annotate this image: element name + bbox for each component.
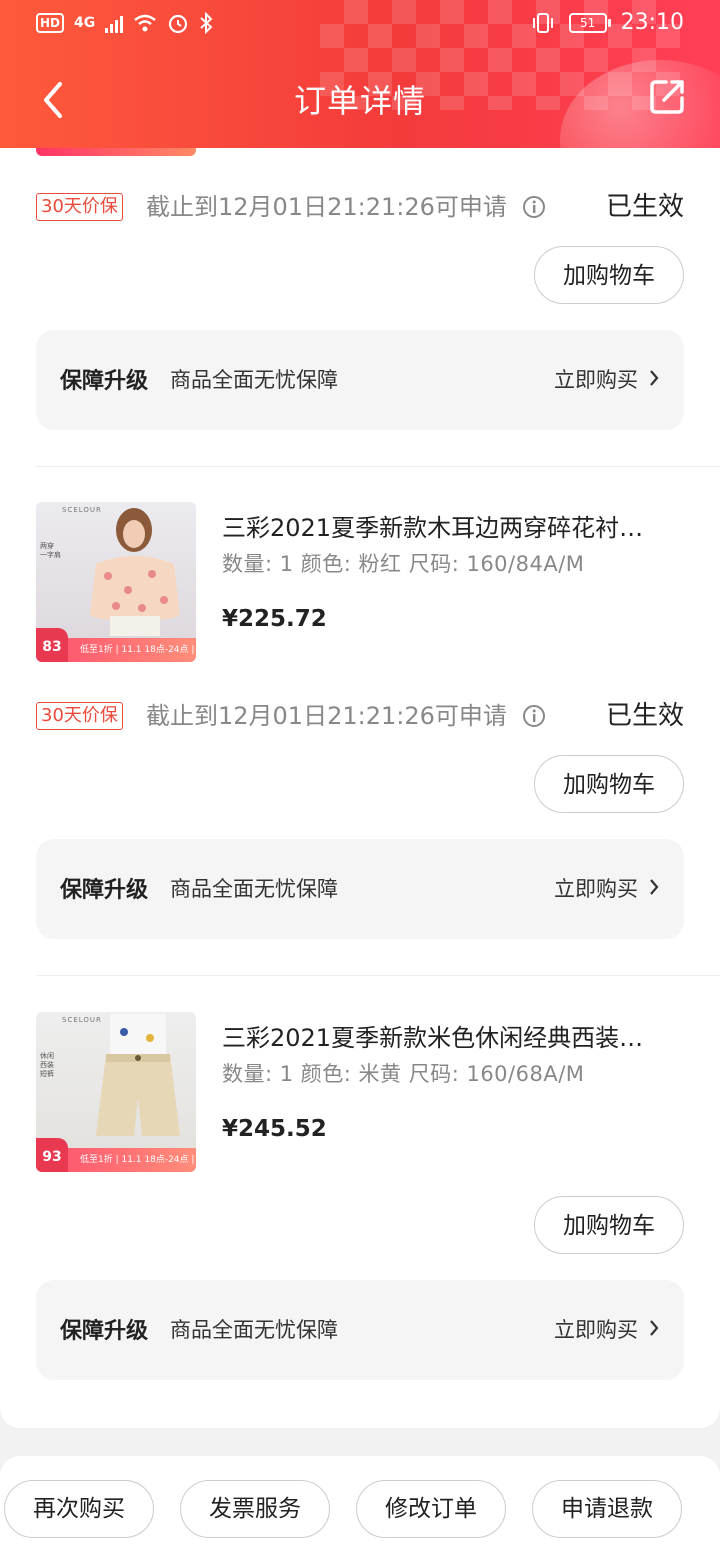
upgrade-title: 保障升级 xyxy=(60,369,149,394)
product-photo xyxy=(90,508,180,636)
add-to-cart-button[interactable]: 加购物车 xyxy=(534,1196,684,1254)
network-indicator: 4G xyxy=(74,15,96,31)
bluetooth-icon xyxy=(200,12,213,34)
guarantee-deadline: 截止到12月01日21:21:26可申请 xyxy=(146,193,507,221)
buy-now-link[interactable]: 立即购买 xyxy=(554,1314,638,1344)
previous-product-thumbnail-edge xyxy=(36,148,196,156)
product-row[interactable]: SCELOUR 两穿 一字肩 低至1折 | 11.1 18点-24点 | 专区1… xyxy=(36,502,684,664)
promo-score: 83 xyxy=(36,628,68,662)
bottom-action-bar: 再次购买 发票服务 修改订单 申请退款 xyxy=(0,1456,720,1560)
info-icon[interactable] xyxy=(522,195,546,219)
thumbnail-side-text: 两穿 一字肩 xyxy=(40,542,61,559)
order-card: 30天价保 截止到12月01日21:21:26可申请 已生效 加购物车 保障升级… xyxy=(0,148,720,1428)
add-to-cart-button[interactable]: 加购物车 xyxy=(534,246,684,304)
price-guarantee-row: 30天价保 截止到12月01日21:21:26可申请 已生效 xyxy=(36,190,684,230)
upgrade-description: 商品全面无忧保障 xyxy=(170,1318,338,1342)
brand-logo-text: SCELOUR xyxy=(62,506,102,514)
product-photo xyxy=(96,1014,180,1136)
info-icon[interactable] xyxy=(522,704,546,728)
promo-score: 93 xyxy=(36,1138,68,1172)
buy-now-link[interactable]: 立即购买 xyxy=(554,364,638,394)
chevron-right-icon xyxy=(650,879,659,895)
price-guarantee-badge: 30天价保 xyxy=(36,702,123,730)
signal-icon xyxy=(105,13,124,33)
add-to-cart-button[interactable]: 加购物车 xyxy=(534,755,684,813)
item-divider xyxy=(36,975,720,976)
wifi-icon xyxy=(134,14,157,32)
product-price: ¥245.52 xyxy=(222,1116,327,1142)
product-row[interactable]: SCELOUR 休闲 西装 短裤 低至1折 | 11.1 18点-24点 | 专… xyxy=(36,1012,684,1174)
share-icon[interactable] xyxy=(648,76,688,116)
status-left: HD 4G xyxy=(36,12,213,34)
battery-indicator: 51 xyxy=(568,12,611,33)
nav-bar: 订单详情 xyxy=(0,60,720,140)
item-divider xyxy=(36,466,720,467)
product-thumbnail[interactable]: SCELOUR 两穿 一字肩 低至1折 | 11.1 18点-24点 | 专区1… xyxy=(36,502,196,662)
product-title[interactable]: 三彩2021夏季新款木耳边两穿碎花衬… xyxy=(222,508,684,543)
upgrade-description: 商品全面无忧保障 xyxy=(170,877,338,901)
price-guarantee-badge: 30天价保 xyxy=(36,193,123,221)
upgrade-description: 商品全面无忧保障 xyxy=(170,368,338,392)
product-spec: 数量: 1 颜色: 粉红 尺码: 160/84A/M xyxy=(222,552,585,576)
thumbnail-side-text: 休闲 西装 短裤 xyxy=(40,1052,54,1078)
upgrade-title: 保障升级 xyxy=(60,878,149,903)
chevron-right-icon xyxy=(650,1320,659,1336)
clock: 23:10 xyxy=(620,10,684,35)
status-right: 51 23:10 xyxy=(531,10,684,35)
brand-logo-text: SCELOUR xyxy=(62,1016,102,1024)
buy-again-button[interactable]: 再次购买 xyxy=(4,1480,154,1538)
protection-upgrade-panel[interactable]: 保障升级 商品全面无忧保障 立即购买 xyxy=(36,1280,684,1380)
page-title: 订单详情 xyxy=(293,82,426,120)
request-refund-button[interactable]: 申请退款 xyxy=(532,1480,682,1538)
product-thumbnail[interactable]: SCELOUR 休闲 西装 短裤 低至1折 | 11.1 18点-24点 | 专… xyxy=(36,1012,196,1172)
protection-upgrade-panel[interactable]: 保障升级 商品全面无忧保障 立即购买 xyxy=(36,330,684,430)
buy-now-link[interactable]: 立即购买 xyxy=(554,873,638,903)
guarantee-status: 已生效 xyxy=(605,192,684,222)
alarm-icon xyxy=(169,14,188,34)
price-guarantee-row: 30天价保 截止到12月01日21:21:26可申请 已生效 xyxy=(36,699,684,739)
status-bar: HD 4G 51 23:10 xyxy=(0,0,720,50)
chevron-right-icon xyxy=(650,370,659,386)
product-spec: 数量: 1 颜色: 米黄 尺码: 160/68A/M xyxy=(222,1062,585,1086)
guarantee-status: 已生效 xyxy=(605,701,684,731)
hd-indicator: HD xyxy=(36,13,65,33)
modify-order-button[interactable]: 修改订单 xyxy=(356,1480,506,1538)
product-price: ¥225.72 xyxy=(222,606,327,632)
protection-upgrade-panel[interactable]: 保障升级 商品全面无忧保障 立即购买 xyxy=(36,839,684,939)
vibrate-icon xyxy=(532,12,553,33)
product-title[interactable]: 三彩2021夏季新款米色休闲经典西装… xyxy=(222,1018,684,1053)
header: HD 4G 51 23:10 订单详情 xyxy=(0,0,720,148)
upgrade-title: 保障升级 xyxy=(60,1319,149,1344)
invoice-service-button[interactable]: 发票服务 xyxy=(180,1480,330,1538)
guarantee-deadline: 截止到12月01日21:21:26可申请 xyxy=(146,702,507,730)
